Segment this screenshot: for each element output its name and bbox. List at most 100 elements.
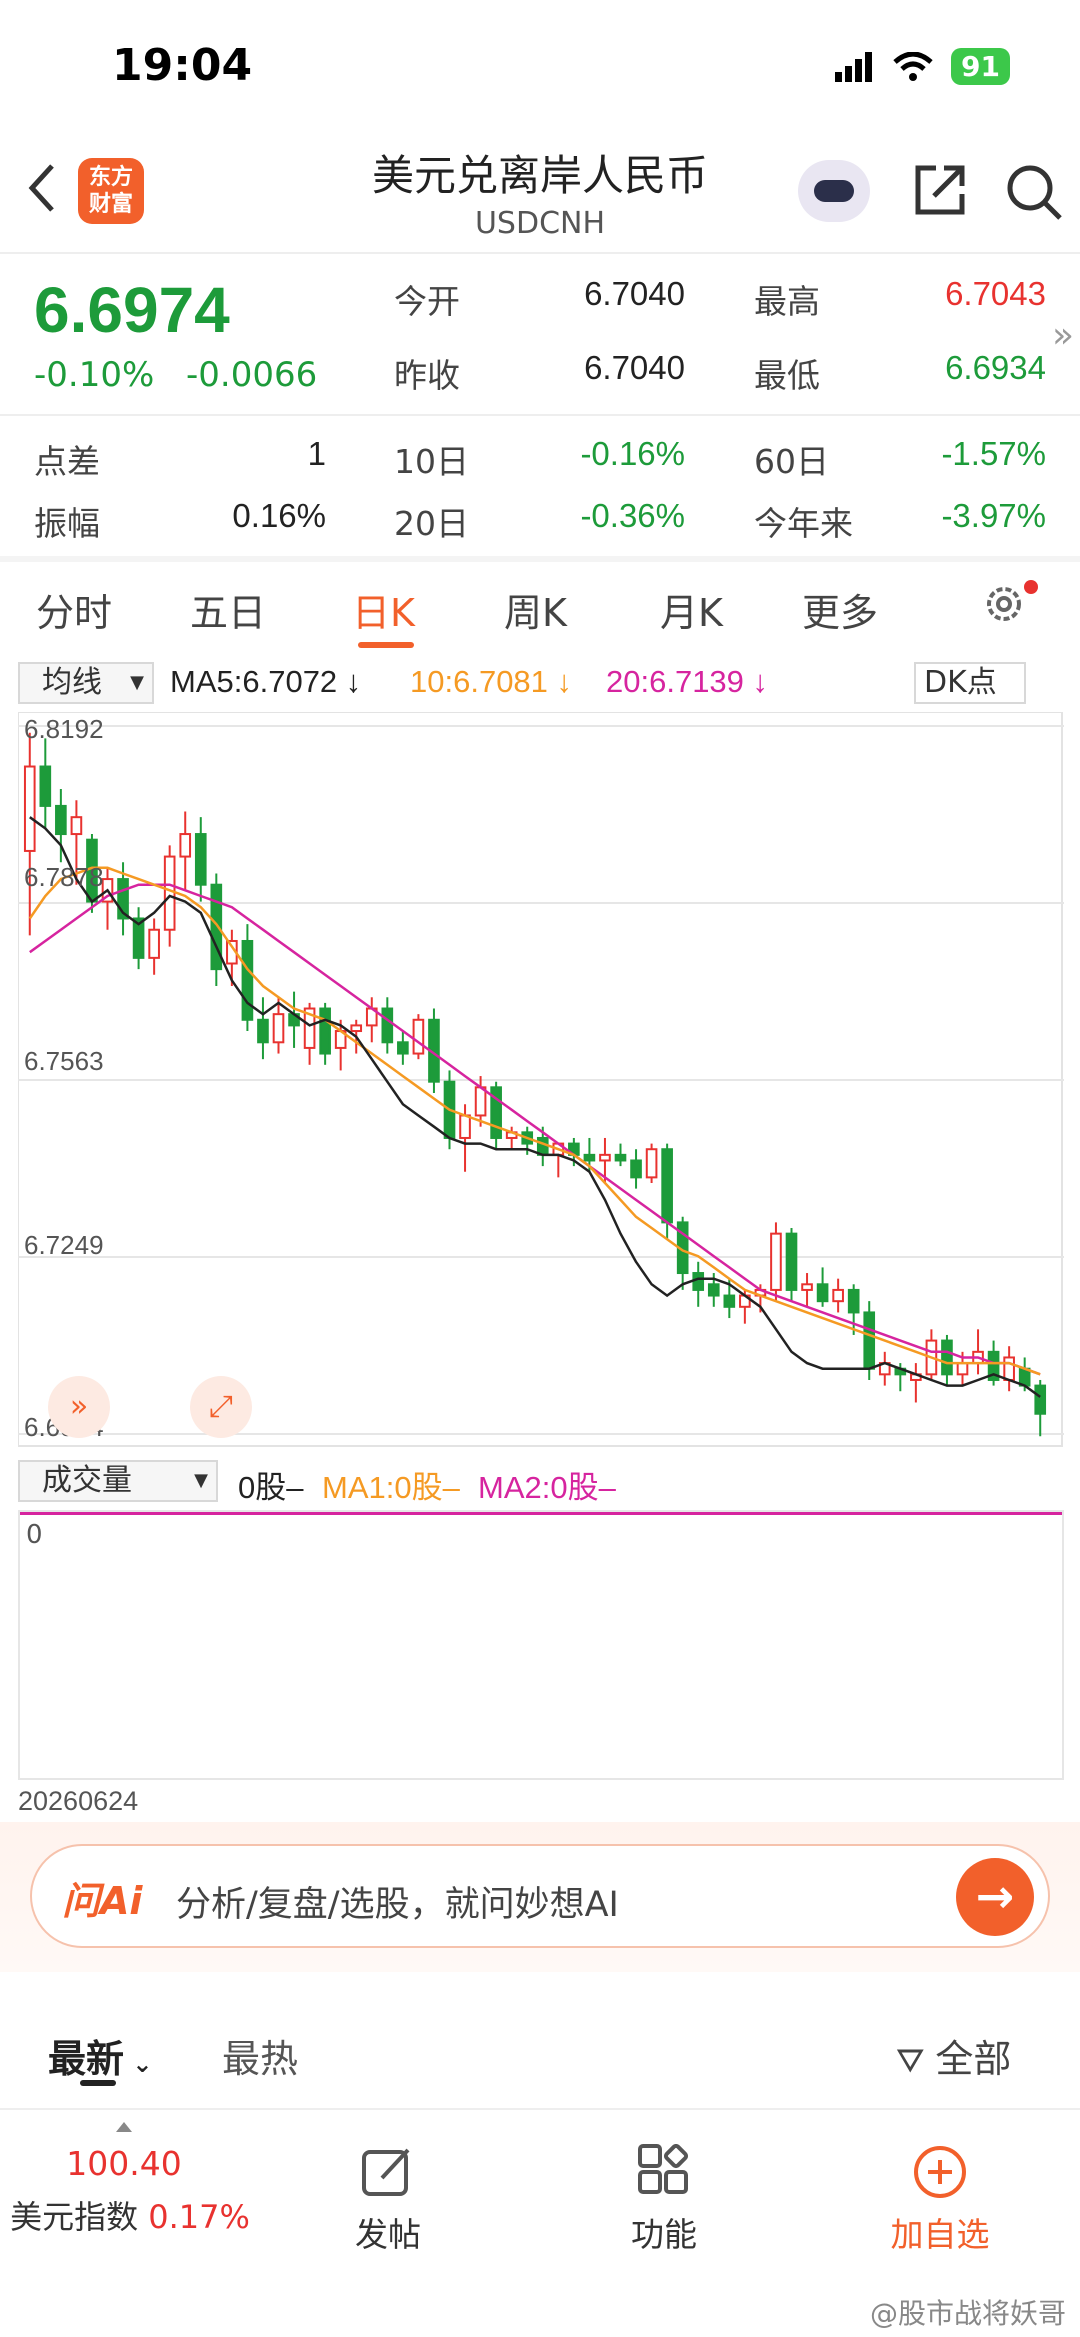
ma20-value: 20:6.7139 ↓ (606, 664, 769, 699)
ai-search-bar[interactable]: 问Ai 分析/复盘/选股，就问妙想AI → (30, 1844, 1050, 1948)
functions-label: 功能 (631, 2215, 697, 2254)
volume-select-label: 成交量 (42, 1463, 132, 1498)
ytd-value: -3.97% (941, 497, 1046, 534)
candle-up (956, 1362, 969, 1376)
candle-down (1034, 1384, 1047, 1415)
ai-section: 问Ai 分析/复盘/选股，就问妙想AI → (0, 1822, 1080, 1972)
dollar-index-name: 美元指数 (10, 2198, 139, 2236)
candle-down (785, 1232, 798, 1291)
ai-submit-button[interactable]: → (956, 1858, 1034, 1936)
chart-date: 20260624 (18, 1786, 139, 1816)
volume-value: 0股– (238, 1470, 304, 1505)
chevron-down-icon: ⌄ (124, 2050, 153, 2078)
ai-robot-icon[interactable] (798, 160, 870, 222)
tab-hottest[interactable]: 最热 (222, 2028, 298, 2083)
candle-down (381, 1007, 394, 1044)
candle-down (863, 1311, 876, 1370)
dollar-index-value: 100.40 (66, 2144, 182, 2183)
expand-chevron-icon[interactable]: » (1052, 315, 1074, 356)
dollar-index-pct: 0.17% (148, 2198, 250, 2236)
open-label: 今开 (394, 282, 460, 321)
tab-monthly-k[interactable]: 月K (660, 582, 723, 637)
candle-down (55, 804, 67, 836)
candle-down (39, 765, 52, 807)
ma10-line (28, 866, 1041, 1376)
volume-legend: 成交量 ▼ 0股– MA1:0股– MA2:0股– (0, 1456, 1080, 1506)
ma5-value: MA5:6.7072 ↓ (170, 664, 362, 699)
prev-close-value: 6.7040 (584, 349, 685, 386)
tab-latest[interactable]: 最新 ⌄ (48, 2028, 152, 2083)
tab-weekly-k[interactable]: 周K (504, 582, 567, 637)
candle-down (397, 1041, 409, 1055)
candle-down (847, 1288, 860, 1314)
candle-up (801, 1283, 813, 1291)
candle-down (941, 1339, 953, 1376)
candle-up (412, 1018, 425, 1055)
search-icon (1007, 165, 1062, 220)
y-tick-label: 6.7249 (24, 1230, 104, 1260)
dk-point-button[interactable]: DK点 (914, 662, 1026, 704)
candle-up (179, 833, 192, 858)
active-tab-indicator (358, 642, 414, 648)
candle-up (272, 1013, 285, 1044)
settings-button[interactable] (980, 580, 1028, 628)
ytd-label: 今年来 (754, 504, 853, 543)
fullscreen-button[interactable]: ⤢ (190, 1376, 252, 1438)
filter-all-label: 全部 (935, 2037, 1012, 2081)
tab-intraday[interactable]: 分时 (36, 582, 112, 637)
indicator-select[interactable]: 均线 ▼ (18, 662, 154, 704)
d60-label: 60日 (754, 442, 829, 481)
battery-indicator: 91 (951, 48, 1010, 85)
signal-icon (835, 51, 873, 82)
candle-down (692, 1272, 705, 1291)
tab-more[interactable]: 更多 (802, 582, 878, 637)
period-tabs: 分时 五日 日K 周K 月K 更多 (0, 560, 1080, 652)
open-value: 6.7040 (584, 275, 685, 312)
d10-value: -0.16% (580, 435, 685, 472)
scroll-forward-button[interactable]: » (48, 1376, 110, 1438)
dk-point-label: DK点 (924, 665, 997, 700)
candle-up (599, 1153, 611, 1162)
tab-daily-k[interactable]: 日K (352, 582, 415, 637)
spread-value: 1 (307, 435, 326, 472)
d20-value: -0.36% (580, 497, 685, 534)
dropdown-icon: ▼ (194, 1470, 208, 1491)
filter-icon: ⛛ (896, 2041, 936, 2081)
candle-up (832, 1288, 844, 1303)
grid-icon (638, 2144, 689, 2194)
search-button[interactable] (1002, 160, 1066, 224)
candle-up (1003, 1356, 1015, 1381)
y-tick-label: 6.7878 (24, 862, 104, 892)
candle-down (723, 1294, 736, 1308)
gear-icon (987, 587, 1021, 621)
amplitude-value: 0.16% (232, 497, 326, 534)
edit-icon (362, 2148, 410, 2196)
candle-up (148, 928, 160, 959)
status-time: 19:04 (112, 40, 253, 91)
candle-up (163, 855, 176, 931)
notification-dot (1024, 580, 1038, 594)
ai-logo: 问Ai (62, 1879, 143, 1923)
ai-placeholder: 分析/复盘/选股，就问妙想AI (176, 1885, 619, 1925)
kline-chart[interactable]: 6.8192 6.7878 6.7563 6.7249 6.6934 » ⤢ (17, 711, 1064, 1448)
candle-down (661, 1148, 673, 1224)
add-watchlist-label: 加自选 (890, 2215, 990, 2254)
status-bar: 19:04 91 (0, 0, 1080, 130)
up-arrow-icon (116, 2122, 132, 2132)
divider (0, 252, 1080, 254)
tab-five-day[interactable]: 五日 (190, 582, 266, 637)
change-amount: -0.0066 (186, 355, 318, 395)
volume-chart[interactable]: 0 (18, 1510, 1064, 1780)
filter-all-button[interactable]: ⛛ 全部 (896, 2028, 1011, 2083)
plus-circle-icon (914, 2146, 966, 2198)
ma-legend: 均线 ▼ MA5:6.7072 ↓ 10:6.7081 ↓ 20:6.7139 … (0, 658, 1080, 708)
candle-down (707, 1283, 720, 1297)
nav-bar: 东方 财富 美元兑离岸人民币 USDCNH (0, 130, 1080, 250)
d10-label: 10日 (394, 442, 469, 481)
candle-up (70, 816, 83, 836)
y-tick-label: 6.7563 (24, 1046, 104, 1076)
share-button[interactable] (910, 160, 970, 220)
volume-select[interactable]: 成交量 ▼ (18, 1460, 218, 1502)
feed-tab-indicator (80, 2080, 116, 2086)
kline-svg (17, 711, 1064, 1447)
